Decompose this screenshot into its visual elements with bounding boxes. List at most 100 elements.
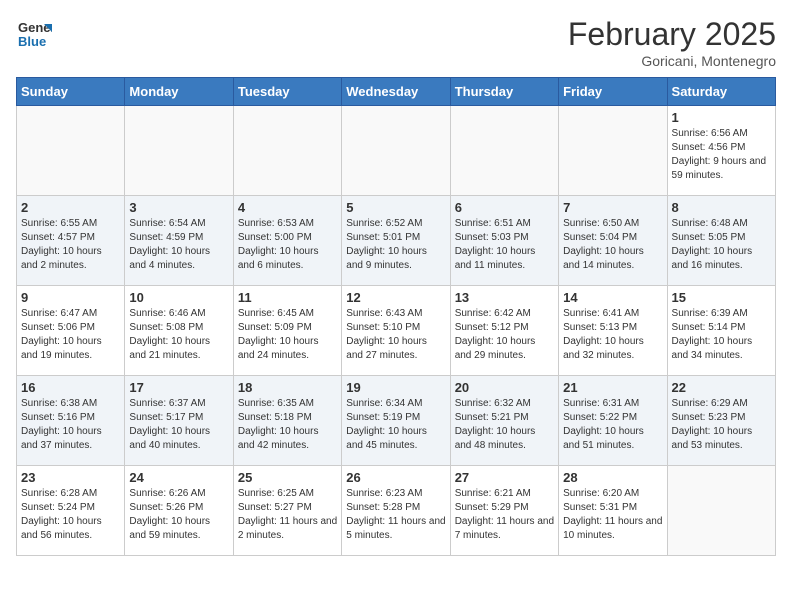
day-info: Sunrise: 6:50 AM Sunset: 5:04 PM Dayligh…: [563, 217, 662, 273]
weekday-header-thursday: Thursday: [450, 78, 558, 106]
title-block: February 2025 Goricani, Montenegro: [568, 16, 776, 69]
calendar-cell: 1 Sunrise: 6:56 AM Sunset: 4:56 PM Daylig…: [667, 106, 775, 196]
day-number: 27: [455, 470, 554, 485]
day-number: 14: [563, 290, 662, 305]
calendar-week-row-1: 1 Sunrise: 6:56 AM Sunset: 4:56 PM Daylig…: [17, 106, 776, 196]
day-number: 12: [346, 290, 445, 305]
day-info: Sunrise: 6:53 AM Sunset: 5:00 PM Dayligh…: [238, 217, 337, 273]
day-info: Sunrise: 6:41 AM Sunset: 5:13 PM Dayligh…: [563, 307, 662, 363]
day-info: Sunrise: 6:46 AM Sunset: 5:08 PM Dayligh…: [129, 307, 228, 363]
day-number: 4: [238, 200, 337, 215]
day-number: 11: [238, 290, 337, 305]
day-info: Sunrise: 6:47 AM Sunset: 5:06 PM Dayligh…: [21, 307, 120, 363]
calendar-cell: 19 Sunrise: 6:34 AM Sunset: 5:19 PM Dayli…: [342, 376, 450, 466]
day-number: 20: [455, 380, 554, 395]
calendar-cell: [559, 106, 667, 196]
day-info: Sunrise: 6:21 AM Sunset: 5:29 PM Dayligh…: [455, 487, 554, 543]
day-info: Sunrise: 6:48 AM Sunset: 5:05 PM Dayligh…: [672, 217, 771, 273]
day-info: Sunrise: 6:31 AM Sunset: 5:22 PM Dayligh…: [563, 397, 662, 453]
day-number: 19: [346, 380, 445, 395]
calendar-cell: [233, 106, 341, 196]
day-info: Sunrise: 6:26 AM Sunset: 5:26 PM Dayligh…: [129, 487, 228, 543]
day-info: Sunrise: 6:52 AM Sunset: 5:01 PM Dayligh…: [346, 217, 445, 273]
calendar-cell: [667, 466, 775, 556]
day-number: 24: [129, 470, 228, 485]
calendar-cell: 6Sunrise: 6:51 AM Sunset: 5:03 PM Daylig…: [450, 196, 558, 286]
logo-icon: General Blue: [16, 16, 52, 57]
day-info: Sunrise: 6:37 AM Sunset: 5:17 PM Dayligh…: [129, 397, 228, 453]
day-number: 21: [563, 380, 662, 395]
weekday-header-friday: Friday: [559, 78, 667, 106]
day-number: 8: [672, 200, 771, 215]
day-info: Sunrise: 6:55 AM Sunset: 4:57 PM Dayligh…: [21, 217, 120, 273]
day-info: Sunrise: 6:56 AM Sunset: 4:56 PM Dayligh…: [672, 127, 771, 183]
calendar-cell: [342, 106, 450, 196]
day-number: 16: [21, 380, 120, 395]
calendar-cell: 24 Sunrise: 6:26 AM Sunset: 5:26 PM Dayli…: [125, 466, 233, 556]
calendar-cell: 8 Sunrise: 6:48 AM Sunset: 5:05 PM Daylig…: [667, 196, 775, 286]
calendar-cell: 17 Sunrise: 6:37 AM Sunset: 5:17 PM Dayli…: [125, 376, 233, 466]
day-number: 7: [563, 200, 662, 215]
day-number: 9: [21, 290, 120, 305]
day-info: Sunrise: 6:35 AM Sunset: 5:18 PM Dayligh…: [238, 397, 337, 453]
calendar-cell: 7 Sunrise: 6:50 AM Sunset: 5:04 PM Daylig…: [559, 196, 667, 286]
day-number: 17: [129, 380, 228, 395]
day-number: 23: [21, 470, 120, 485]
weekday-header-sunday: Sunday: [17, 78, 125, 106]
calendar-cell: 18 Sunrise: 6:35 AM Sunset: 5:18 PM Dayli…: [233, 376, 341, 466]
weekday-header-wednesday: Wednesday: [342, 78, 450, 106]
weekday-header-monday: Monday: [125, 78, 233, 106]
day-number: 26: [346, 470, 445, 485]
day-info: Sunrise: 6:29 AM Sunset: 5:23 PM Dayligh…: [672, 397, 771, 453]
calendar-week-row-2: 2 Sunrise: 6:55 AM Sunset: 4:57 PM Daylig…: [17, 196, 776, 286]
day-number: 25: [238, 470, 337, 485]
calendar-cell: [125, 106, 233, 196]
day-number: 13: [455, 290, 554, 305]
day-number: 15: [672, 290, 771, 305]
day-number: 5: [346, 200, 445, 215]
calendar-cell: 22 Sunrise: 6:29 AM Sunset: 5:23 PM Dayli…: [667, 376, 775, 466]
day-number: 3: [129, 200, 228, 215]
day-info: Sunrise: 6:39 AM Sunset: 5:14 PM Dayligh…: [672, 307, 771, 363]
calendar-cell: 12 Sunrise: 6:43 AM Sunset: 5:10 PM Dayli…: [342, 286, 450, 376]
day-info: Sunrise: 6:43 AM Sunset: 5:10 PM Dayligh…: [346, 307, 445, 363]
calendar-cell: 11 Sunrise: 6:45 AM Sunset: 5:09 PM Dayli…: [233, 286, 341, 376]
day-number: 2: [21, 200, 120, 215]
day-info: Sunrise: 6:28 AM Sunset: 5:24 PM Dayligh…: [21, 487, 120, 543]
day-number: 1: [672, 110, 771, 125]
calendar-table: SundayMondayTuesdayWednesdayThursdayFrid…: [16, 77, 776, 556]
weekday-header-tuesday: Tuesday: [233, 78, 341, 106]
calendar-cell: 20Sunrise: 6:32 AM Sunset: 5:21 PM Dayli…: [450, 376, 558, 466]
calendar-cell: 16 Sunrise: 6:38 AM Sunset: 5:16 PM Dayli…: [17, 376, 125, 466]
calendar-week-row-4: 16 Sunrise: 6:38 AM Sunset: 5:16 PM Dayli…: [17, 376, 776, 466]
calendar-cell: 5 Sunrise: 6:52 AM Sunset: 5:01 PM Daylig…: [342, 196, 450, 286]
day-info: Sunrise: 6:54 AM Sunset: 4:59 PM Dayligh…: [129, 217, 228, 273]
calendar-cell: 3 Sunrise: 6:54 AM Sunset: 4:59 PM Daylig…: [125, 196, 233, 286]
calendar-week-row-3: 9 Sunrise: 6:47 AM Sunset: 5:06 PM Daylig…: [17, 286, 776, 376]
logo: General Blue: [16, 16, 52, 57]
calendar-cell: 15 Sunrise: 6:39 AM Sunset: 5:14 PM Dayli…: [667, 286, 775, 376]
calendar-cell: 25 Sunrise: 6:25 AM Sunset: 5:27 PM Dayli…: [233, 466, 341, 556]
calendar-cell: 9 Sunrise: 6:47 AM Sunset: 5:06 PM Daylig…: [17, 286, 125, 376]
calendar-cell: 28Sunrise: 6:20 AM Sunset: 5:31 PM Dayli…: [559, 466, 667, 556]
day-info: Sunrise: 6:34 AM Sunset: 5:19 PM Dayligh…: [346, 397, 445, 453]
day-info: Sunrise: 6:38 AM Sunset: 5:16 PM Dayligh…: [21, 397, 120, 453]
calendar-cell: [450, 106, 558, 196]
svg-text:General: General: [18, 20, 52, 35]
day-number: 10: [129, 290, 228, 305]
calendar-cell: 13Sunrise: 6:42 AM Sunset: 5:12 PM Dayli…: [450, 286, 558, 376]
calendar-week-row-5: 23 Sunrise: 6:28 AM Sunset: 5:24 PM Dayli…: [17, 466, 776, 556]
day-info: Sunrise: 6:25 AM Sunset: 5:27 PM Dayligh…: [238, 487, 337, 543]
calendar-cell: 4 Sunrise: 6:53 AM Sunset: 5:00 PM Daylig…: [233, 196, 341, 286]
calendar-cell: 21 Sunrise: 6:31 AM Sunset: 5:22 PM Dayli…: [559, 376, 667, 466]
day-info: Sunrise: 6:20 AM Sunset: 5:31 PM Dayligh…: [563, 487, 662, 543]
day-number: 18: [238, 380, 337, 395]
day-info: Sunrise: 6:45 AM Sunset: 5:09 PM Dayligh…: [238, 307, 337, 363]
day-number: 22: [672, 380, 771, 395]
calendar-cell: 27 Sunrise: 6:21 AM Sunset: 5:29 PM Dayli…: [450, 466, 558, 556]
calendar-cell: 26 Sunrise: 6:23 AM Sunset: 5:28 PM Dayli…: [342, 466, 450, 556]
page-header: General Blue February 2025 Goricani, Mon…: [16, 16, 776, 69]
day-info: Sunrise: 6:23 AM Sunset: 5:28 PM Dayligh…: [346, 487, 445, 543]
day-info: Sunrise: 6:51 AM Sunset: 5:03 PM Dayligh…: [455, 217, 554, 273]
month-year-title: February 2025: [568, 16, 776, 53]
